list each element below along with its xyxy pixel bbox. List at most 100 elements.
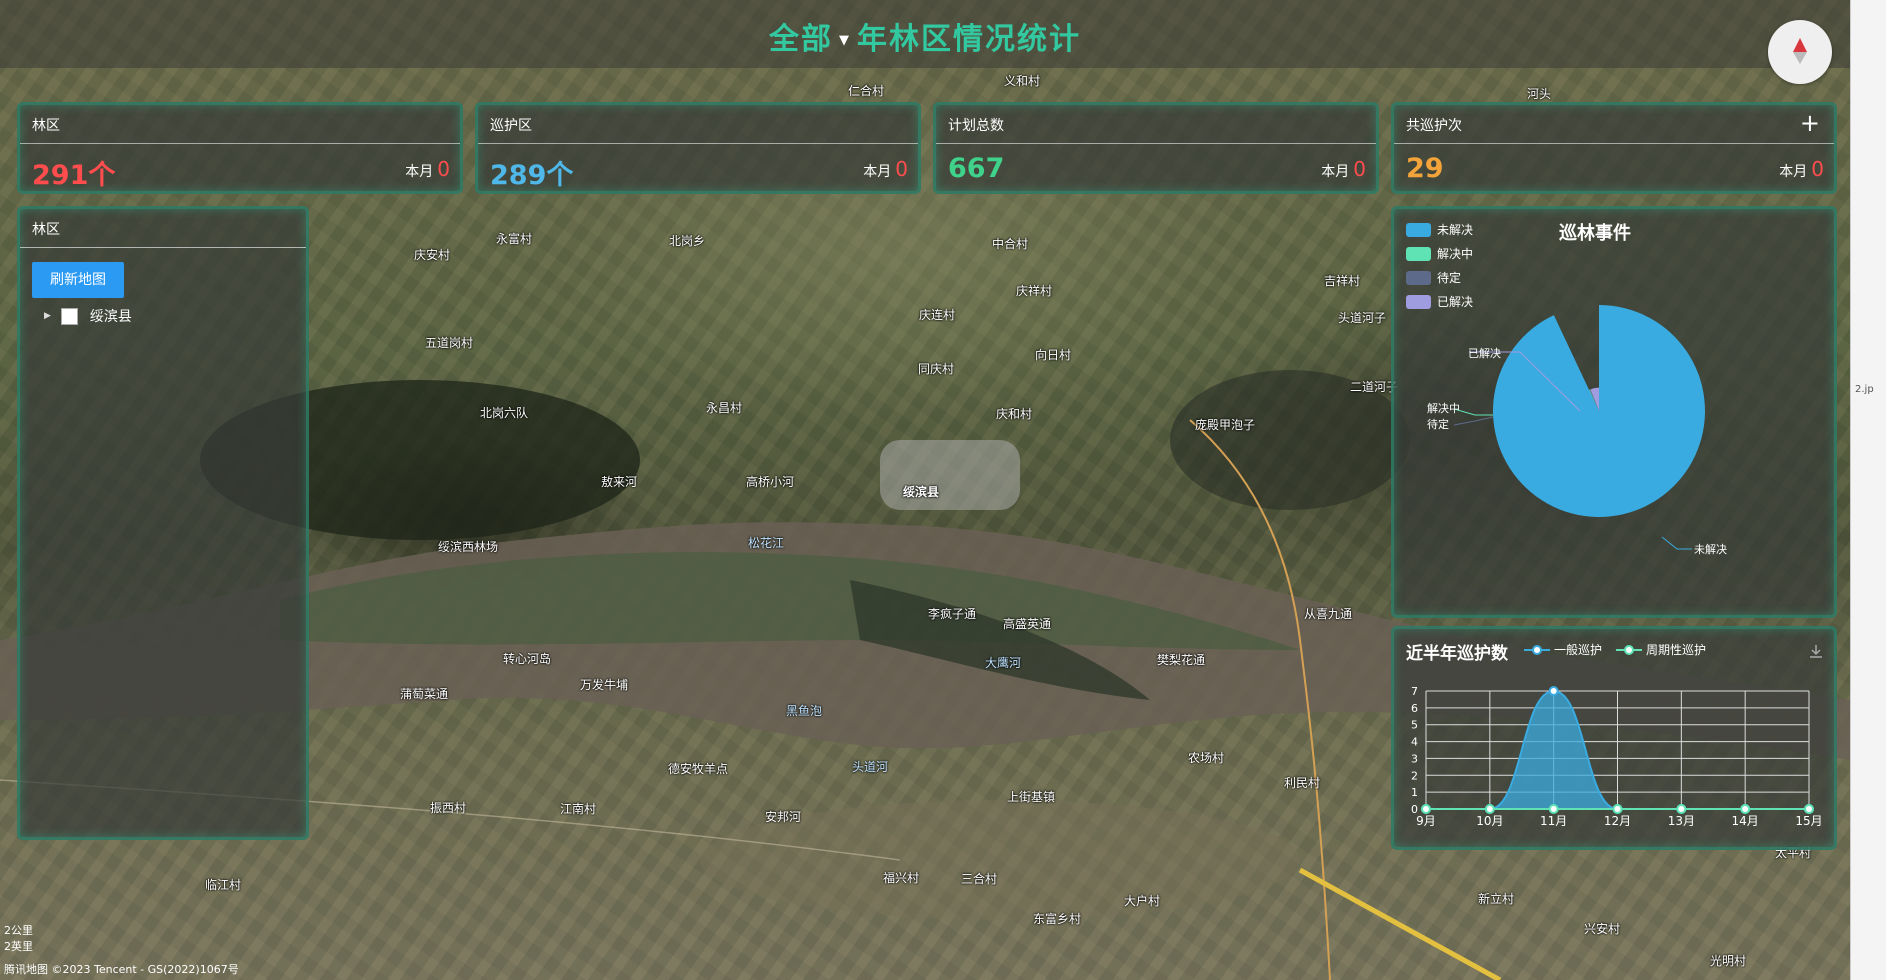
stat-value: 667	[948, 153, 1005, 184]
stat-month-label: 本月	[1779, 164, 1808, 180]
map-place-label: 绥滨县	[903, 485, 940, 499]
year-select[interactable]: 全部	[769, 22, 833, 57]
x-tick-label: 13月	[1668, 814, 1695, 828]
map-place-label: 北岗乡	[669, 234, 706, 248]
map-place-label: 蒲萄菜通	[400, 687, 449, 701]
callout-line-unresolved	[1661, 536, 1692, 550]
tree-node-label[interactable]: 绥滨县	[90, 306, 132, 326]
map-place-label: 安邦河	[765, 810, 802, 824]
page-title-text: 年林区情况统计	[857, 22, 1081, 57]
caret-right-icon[interactable]: ▶	[44, 311, 51, 321]
data-point	[1676, 804, 1687, 814]
map-place-label: 江南村	[560, 802, 597, 816]
tree-checkbox[interactable]	[60, 307, 78, 325]
map-place-label: 庆连村	[919, 308, 956, 322]
map-place-label: 上街基镇	[1007, 790, 1056, 804]
refresh-map-button[interactable]: 刷新地图	[32, 262, 124, 298]
stat-label: 共巡护次	[1406, 118, 1462, 134]
callout-label-unresolved: 未解决	[1694, 542, 1727, 556]
data-point	[1740, 804, 1751, 814]
x-tick-label: 12月	[1604, 814, 1631, 828]
stat-card-patrol-count: 共巡护次 + 29 本月 0	[1391, 102, 1837, 194]
callout-label-pending: 待定	[1427, 417, 1449, 431]
area-chart: 012345679月 10月 11月 12月 13月 14月 15月	[1411, 685, 1823, 828]
map-place-label: 转心河岛	[503, 652, 552, 666]
stat-month-label: 本月	[863, 164, 892, 180]
map-place-label: 河头	[1527, 87, 1552, 101]
data-point	[1484, 804, 1495, 814]
map-place-label: 从喜九通	[1304, 607, 1353, 621]
y-tick-label: 2	[1411, 769, 1418, 782]
y-tick-label: 4	[1411, 736, 1418, 749]
map-place-label: 永富村	[496, 232, 533, 246]
pie-chart: 已解决 解决中 待定 未解决	[1427, 305, 1727, 556]
compass-button[interactable]	[1768, 20, 1832, 84]
y-tick-label: 3	[1411, 752, 1418, 765]
map-place-label: 农场村	[1188, 751, 1225, 765]
forest-tree-panel: 林区 刷新地图 ▶ 绥滨县	[17, 206, 309, 840]
map-place-label: 庆安村	[414, 248, 451, 262]
map-place-label: 利民村	[1284, 776, 1321, 790]
divider	[20, 143, 460, 144]
map-place-label: 吉祥村	[1324, 274, 1361, 288]
data-point	[1548, 804, 1559, 814]
x-tick-label: 9月	[1416, 814, 1436, 828]
stat-month-value: 0	[1353, 157, 1366, 181]
map-place-label: 松花江	[748, 536, 785, 550]
stat-month-value: 0	[437, 157, 450, 181]
stat-value: 289个	[490, 160, 574, 191]
map-place-label: 敖来河	[601, 475, 638, 489]
map-place-label: 东富乡村	[1033, 912, 1082, 926]
window-edge: 2.jp	[1850, 0, 1886, 980]
x-tick-label: 10月	[1476, 814, 1503, 828]
map-place-label: 樊梨花通	[1157, 653, 1206, 667]
x-tick-label: 11月	[1540, 814, 1567, 828]
stat-month: 本月 0	[1779, 157, 1824, 181]
callout-label-resolving: 解决中	[1427, 401, 1460, 415]
stat-label: 林区	[32, 118, 60, 134]
tree-node[interactable]: ▶ 绥滨县	[44, 306, 132, 326]
stat-month-label: 本月	[1321, 164, 1350, 180]
data-point	[1421, 804, 1431, 814]
stat-month: 本月 0	[863, 157, 908, 181]
divider	[1394, 143, 1834, 144]
stat-value: 29	[1406, 153, 1444, 184]
map-place-label: 福兴村	[883, 871, 920, 885]
stat-card-patrol-area: 巡护区 289个 本月 0	[475, 102, 921, 194]
scale-km: 2公里	[4, 924, 33, 937]
map-place-label: 大户村	[1124, 894, 1161, 908]
divider	[478, 143, 918, 144]
map-place-label: 永昌村	[706, 401, 743, 415]
map-place-label: 头道河子	[1338, 311, 1387, 325]
data-point	[1804, 804, 1814, 814]
callout-label-resolved: 已解决	[1468, 346, 1501, 360]
panel-title: 林区	[32, 222, 60, 238]
stat-month-label: 本月	[405, 164, 434, 180]
map-place-label: 同庆村	[918, 362, 955, 376]
map-attribution[interactable]: 腾讯地图 ©2023 Tencent - GS(2022)1067号	[4, 961, 239, 977]
scale-mi: 2英里	[4, 940, 33, 953]
zoom-in-icon[interactable]: +	[1800, 109, 1820, 137]
divider	[20, 247, 306, 248]
data-point	[1612, 804, 1623, 814]
y-tick-label: 1	[1411, 786, 1418, 799]
callout-line-pending	[1453, 416, 1494, 426]
map-place-label: 高盛英通	[1003, 617, 1052, 631]
chevron-down-icon[interactable]: ▼	[839, 33, 851, 48]
stat-month-value: 0	[895, 157, 908, 181]
map-place-label: 义和村	[1004, 74, 1041, 88]
map-place-label: 兴安村	[1584, 922, 1621, 936]
map-place-label: 绥滨西林场	[438, 540, 499, 554]
stat-month: 本月 0	[1321, 157, 1366, 181]
stat-card-forest: 林区 291个 本月 0	[17, 102, 463, 194]
compass-north-icon	[1793, 38, 1807, 52]
divider	[936, 143, 1376, 144]
map-place-label: 高桥小河	[746, 475, 795, 489]
map-place-label: 新立村	[1478, 892, 1515, 906]
map-place-label: 庞殿甲泡子	[1195, 418, 1256, 432]
map-place-label: 五道岗村	[425, 336, 474, 350]
line-chart-panel: 近半年巡护数 一般巡护 周期性巡护 0 1 2 3 4 5 6 7 9月 10月 11月 12月 13月…	[1391, 626, 1837, 850]
map-place-label: 黑鱼泡	[786, 704, 823, 718]
stat-label: 计划总数	[948, 118, 1004, 134]
pie-chart-panel: 巡林事件 未解决 解决中 待定 已解决 已解决 解决中 待定 未解决	[1391, 206, 1837, 618]
